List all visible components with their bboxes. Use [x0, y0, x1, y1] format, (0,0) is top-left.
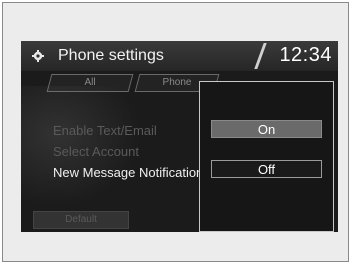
display-screen: Phone settings 12:34 All Phone Enable Te…	[21, 41, 338, 232]
page-title: Phone settings	[58, 47, 164, 64]
setting-select-account[interactable]: Select Account	[53, 144, 139, 159]
figure-frame: Phone settings 12:34 All Phone Enable Te…	[2, 2, 349, 262]
option-on[interactable]: On	[211, 120, 322, 138]
default-button[interactable]: Default	[33, 211, 129, 229]
setting-enable-text-email[interactable]: Enable Text/Email	[53, 123, 157, 138]
setting-new-message-notification[interactable]: New Message Notification	[53, 165, 203, 180]
header-bar: Phone settings 12:34	[21, 41, 338, 71]
option-off[interactable]: Off	[211, 160, 322, 178]
clock: 12:34	[279, 44, 332, 66]
gear-icon	[32, 50, 44, 62]
option-popup: On Off	[199, 81, 334, 232]
header-divider	[254, 43, 267, 69]
